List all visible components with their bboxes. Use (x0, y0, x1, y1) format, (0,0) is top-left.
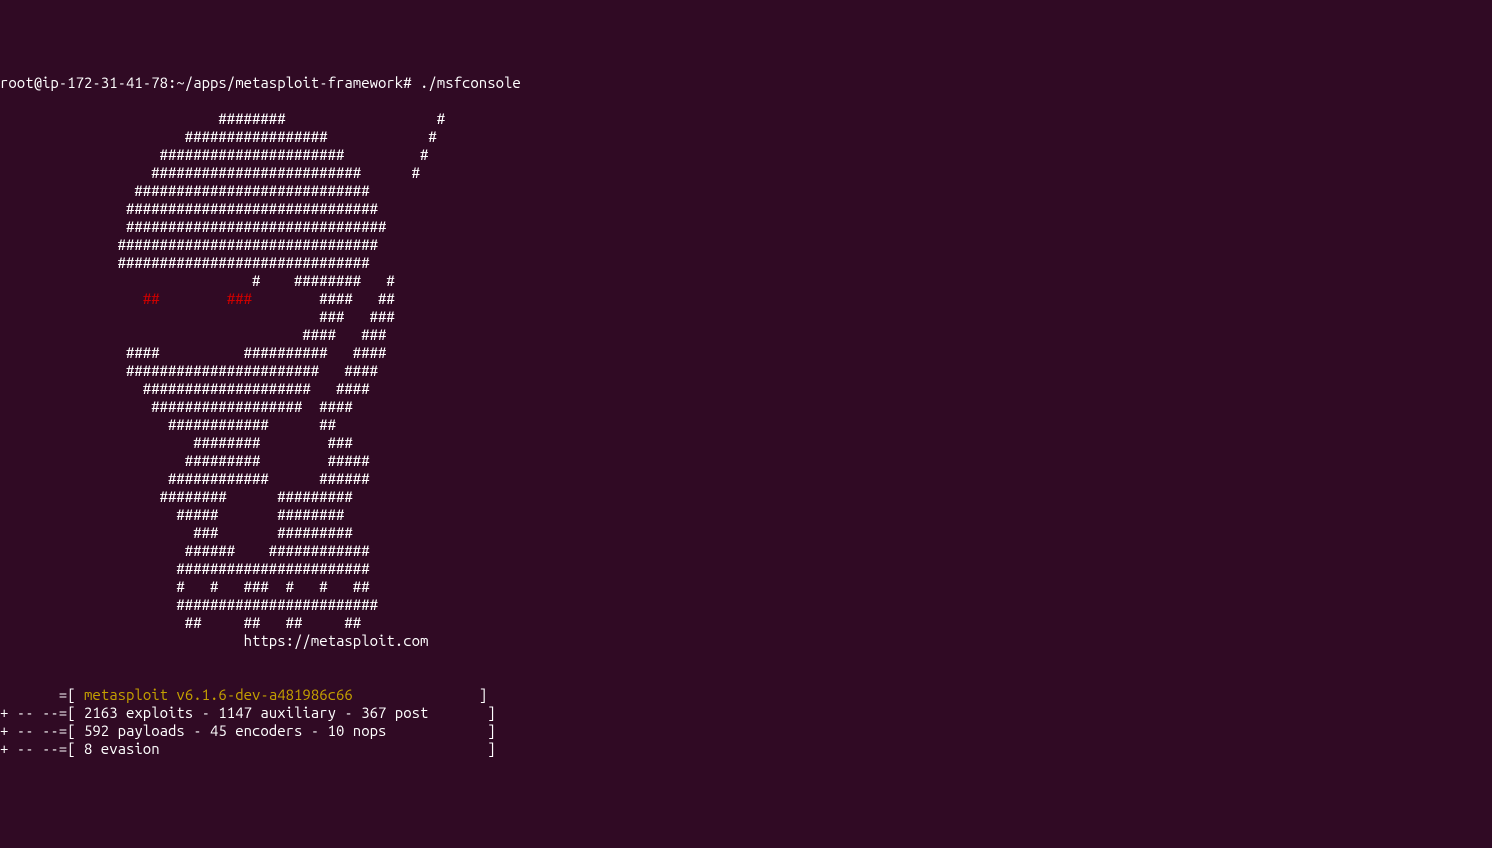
ascii-art-line: ###################### # (0, 146, 428, 163)
version-text: metasploit v6.1.6-dev-a481986c66 (84, 686, 353, 703)
ascii-art-line: ######## # (0, 110, 445, 127)
ascii-art-line: ### ######### (0, 524, 353, 541)
ascii-art-line: #################### #### (0, 380, 370, 397)
ascii-art-line: ###### ############ (0, 542, 370, 559)
ascii-art-line: ############ ## (0, 416, 336, 433)
ascii-art-line: ############################### (0, 218, 386, 235)
ascii-art-line: ######## ### (0, 434, 353, 451)
eye-right: ### (227, 290, 252, 307)
ascii-art-line: # ######## # (0, 272, 395, 289)
shell-prompt: root@ip-172-31-41-78:~/apps/metasploit-f… (0, 74, 521, 91)
ascii-art-line: ### ### (0, 308, 395, 325)
ascii-art-line: ####################### (0, 560, 370, 577)
eye-left: ## (143, 290, 160, 307)
ascii-art-line: # # ### # # ## (0, 578, 370, 595)
ascii-art-line: ################## #### (0, 398, 353, 415)
ascii-art-line: ## ## ## ## (0, 614, 361, 631)
ascii-art-line: ######## ######### (0, 488, 353, 505)
ascii-art-line: ######################## (0, 596, 378, 613)
stats-payloads: + -- --=[ 592 payloads - 45 encoders - 1… (0, 722, 496, 739)
ascii-art-line: ################# # (0, 128, 437, 145)
ascii-art-line: ######################### # (0, 164, 420, 181)
ascii-art-line: ############################## (0, 200, 378, 217)
stats-evasion: + -- --=[ 8 evasion ] (0, 740, 496, 757)
ascii-art-line: ############################### (0, 236, 378, 253)
ascii-art-eyes-line: ## ### #### ## (0, 290, 395, 307)
ascii-art-line: ####################### #### (0, 362, 378, 379)
ascii-art-line: ######### ##### (0, 452, 370, 469)
ascii-art-line: #### ### (0, 326, 386, 343)
ascii-art-line: ##### ######## (0, 506, 344, 523)
version-line: =[ metasploit v6.1.6-dev-a481986c66 ] (0, 686, 487, 703)
terminal-window[interactable]: root@ip-172-31-41-78:~/apps/metasploit-f… (0, 74, 1492, 758)
ascii-art-line: ############################## (0, 254, 370, 271)
stats-exploits: + -- --=[ 2163 exploits - 1147 auxiliary… (0, 704, 496, 721)
ascii-art-line: ############ ###### (0, 470, 370, 487)
ascii-art-line: #### ########## #### (0, 344, 386, 361)
metasploit-url: https://metasploit.com (0, 632, 428, 649)
ascii-art-line: ############################ (0, 182, 370, 199)
